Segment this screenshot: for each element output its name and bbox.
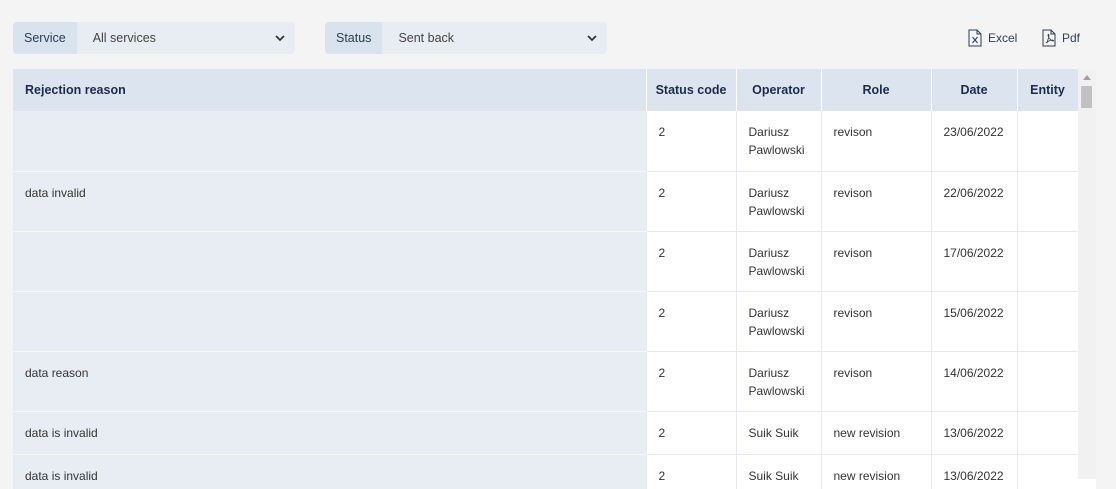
cell-entity — [1016, 231, 1078, 292]
chevron-down-icon — [275, 35, 285, 42]
cell-operator: Dariusz Pawlowski — [735, 351, 821, 412]
cell-entity — [1016, 111, 1078, 172]
service-filter[interactable]: Service All services — [13, 22, 295, 54]
header-date[interactable]: Date — [931, 69, 1018, 111]
results-table: Rejection reason Status code Operator Ro… — [13, 69, 1096, 489]
cell-status-code: 2 — [645, 454, 736, 489]
table-row[interactable]: data is invalid 2 Suik Suik new revision… — [13, 454, 1078, 489]
status-filter[interactable]: Status Sent back — [325, 22, 607, 54]
table-row[interactable]: data reason 2 Dariusz Pawlowski revison … — [13, 351, 1078, 412]
cell-reason: data is invalid — [13, 411, 646, 455]
cell-reason — [13, 291, 646, 352]
pdf-export-button[interactable]: Pdf — [1042, 29, 1080, 47]
cell-role: revison — [820, 291, 931, 352]
cell-status-code: 2 — [645, 171, 736, 232]
cell-date: 15/06/2022 — [930, 291, 1017, 352]
header-rejection-reason[interactable]: Rejection reason — [13, 69, 647, 111]
cell-operator: Suik Suik — [735, 454, 821, 489]
cell-operator: Dariusz Pawlowski — [735, 171, 821, 232]
service-filter-label: Service — [13, 22, 77, 54]
cell-entity — [1016, 351, 1078, 412]
cell-operator: Suik Suik — [735, 411, 821, 455]
header-role[interactable]: Role — [821, 69, 932, 111]
cell-status-code: 2 — [645, 231, 736, 292]
cell-operator: Dariusz Pawlowski — [735, 291, 821, 352]
service-select[interactable]: All services — [76, 22, 295, 54]
cell-operator: Dariusz Pawlowski — [735, 111, 821, 172]
header-status-code[interactable]: Status code — [646, 69, 737, 111]
cell-operator: Dariusz Pawlowski — [735, 231, 821, 292]
service-select-value: All services — [92, 31, 156, 45]
table-row[interactable]: data is invalid 2 Suik Suik new revision… — [13, 411, 1078, 455]
chevron-down-icon — [587, 35, 597, 42]
excel-file-icon — [968, 29, 982, 47]
scroll-up-arrow-icon[interactable] — [1083, 75, 1091, 80]
cell-status-code: 2 — [645, 351, 736, 412]
cell-status-code: 2 — [645, 111, 736, 172]
status-select[interactable]: Sent back — [382, 22, 607, 54]
cell-date: 17/06/2022 — [930, 231, 1017, 292]
cell-date: 13/06/2022 — [930, 411, 1017, 455]
table-row[interactable]: data invalid 2 Dariusz Pawlowski revison… — [13, 171, 1078, 232]
excel-export-button[interactable]: Excel — [968, 29, 1017, 47]
cell-reason: data is invalid — [13, 454, 646, 489]
header-operator[interactable]: Operator — [736, 69, 822, 111]
cell-reason — [13, 231, 646, 292]
cell-role: new revision — [820, 411, 931, 455]
scrollbar-thumb[interactable] — [1081, 86, 1092, 108]
status-select-value: Sent back — [398, 31, 455, 45]
cell-role: revison — [820, 351, 931, 412]
cell-entity — [1016, 454, 1078, 489]
pdf-export-label: Pdf — [1062, 31, 1081, 45]
table-row[interactable]: 2 Dariusz Pawlowski revison 17/06/2022 — [13, 231, 1078, 292]
table-row[interactable]: 2 Dariusz Pawlowski revison 15/06/2022 — [13, 291, 1078, 352]
cell-date: 14/06/2022 — [930, 351, 1017, 412]
header-entity[interactable]: Entity — [1017, 69, 1079, 111]
cell-date: 22/06/2022 — [930, 171, 1017, 232]
cell-role: revison — [820, 111, 931, 172]
cell-role: revison — [820, 231, 931, 292]
cell-role: revison — [820, 171, 931, 232]
pdf-file-icon — [1042, 29, 1056, 47]
cell-status-code: 2 — [645, 411, 736, 455]
excel-export-label: Excel — [988, 31, 1018, 45]
cell-status-code: 2 — [645, 291, 736, 352]
cell-role: new revision — [820, 454, 931, 489]
table-header-row: Rejection reason Status code Operator Ro… — [13, 69, 1079, 111]
status-filter-label: Status — [325, 22, 383, 54]
cell-reason — [13, 111, 646, 172]
cell-entity — [1016, 411, 1078, 455]
cell-entity — [1016, 171, 1078, 232]
cell-reason: data invalid — [13, 171, 646, 232]
table-row[interactable]: 2 Dariusz Pawlowski revison 23/06/2022 — [13, 111, 1078, 172]
vertical-scrollbar[interactable] — [1078, 69, 1096, 479]
cell-date: 13/06/2022 — [930, 454, 1017, 489]
cell-reason: data reason — [13, 351, 646, 412]
cell-date: 23/06/2022 — [930, 111, 1017, 172]
cell-entity — [1016, 291, 1078, 352]
